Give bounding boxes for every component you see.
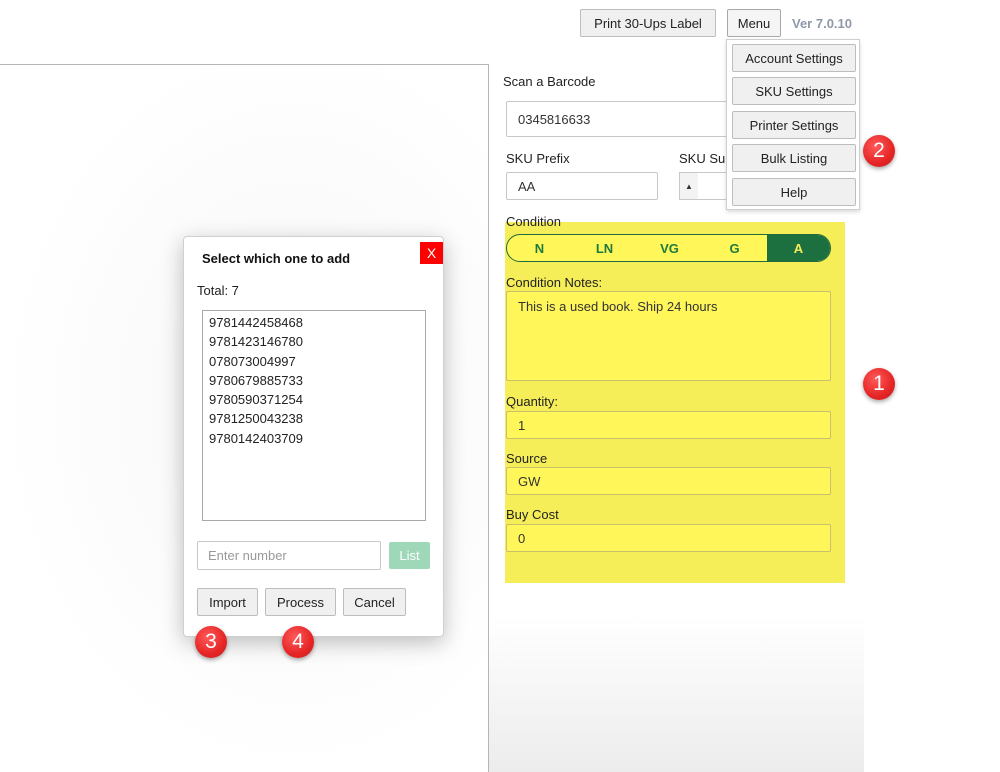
list-item[interactable]: 9780590371254 [209, 390, 425, 409]
print-30-ups-label-button[interactable]: Print 30-Ups Label [580, 9, 716, 37]
cancel-button[interactable]: Cancel [343, 588, 406, 616]
source-label: Source [506, 451, 548, 466]
list-item[interactable]: 078073004997 [209, 352, 425, 371]
condition-selector: N LN VG G A [506, 234, 831, 262]
buy-cost-input[interactable]: 0 [506, 524, 831, 552]
condition-option-ln[interactable]: LN [572, 235, 637, 261]
menu-button[interactable]: Menu [727, 9, 781, 37]
source-input[interactable]: GW [506, 467, 831, 495]
scan-barcode-label: Scan a Barcode [503, 74, 596, 89]
condition-option-n[interactable]: N [507, 235, 572, 261]
menu-dropdown: Account Settings SKU Settings Printer Se… [726, 39, 860, 210]
import-button[interactable]: Import [197, 588, 258, 616]
enter-number-input[interactable] [197, 541, 381, 570]
total-count: Total: 7 [197, 283, 239, 298]
buy-cost-label: Buy Cost [506, 507, 559, 522]
isbn-listbox[interactable]: 9781442458468 9781423146780 078073004997… [202, 310, 426, 521]
menu-item-account-settings[interactable]: Account Settings [732, 44, 856, 72]
condition-notes-label: Condition Notes: [506, 275, 603, 290]
condition-option-a[interactable]: A [767, 235, 830, 261]
list-item[interactable]: 9781250043238 [209, 409, 425, 428]
list-item[interactable]: 9781423146780 [209, 332, 425, 351]
list-item[interactable]: 9780142403709 [209, 429, 425, 448]
menu-item-bulk-listing[interactable]: Bulk Listing [732, 144, 856, 172]
quantity-label: Quantity: [506, 394, 559, 409]
step-badge-1: 1 [863, 368, 895, 400]
version-label: Ver 7.0.10 [792, 16, 852, 31]
sku-prefix-label: SKU Prefix [506, 151, 570, 166]
divider-vertical [488, 64, 489, 772]
sku-suffix-input[interactable] [698, 172, 728, 200]
close-icon[interactable]: X [420, 242, 443, 264]
list-button[interactable]: List [389, 542, 430, 569]
sku-suffix-label: SKU Su [679, 151, 726, 166]
list-item[interactable]: 9780679885733 [209, 371, 425, 390]
process-button[interactable]: Process [265, 588, 336, 616]
barcode-input[interactable]: 0345816633 [506, 101, 736, 137]
menu-item-sku-settings[interactable]: SKU Settings [732, 77, 856, 105]
sku-suffix-stepper-up-icon[interactable]: ▲ [679, 172, 699, 200]
list-item[interactable]: 9781442458468 [209, 313, 425, 332]
step-badge-3: 3 [195, 626, 227, 658]
condition-option-vg[interactable]: VG [637, 235, 702, 261]
step-badge-2: 2 [863, 135, 895, 167]
condition-option-g[interactable]: G [702, 235, 767, 261]
condition-notes-textarea[interactable]: This is a used book. Ship 24 hours [506, 291, 831, 381]
condition-label: Condition [506, 214, 561, 229]
divider-horizontal [0, 64, 489, 65]
quantity-input[interactable]: 1 [506, 411, 831, 439]
menu-item-printer-settings[interactable]: Printer Settings [732, 111, 856, 139]
step-badge-4: 4 [282, 626, 314, 658]
menu-item-help[interactable]: Help [732, 178, 856, 206]
sku-prefix-input[interactable]: AA [506, 172, 658, 200]
dialog-title: Select which one to add [202, 251, 351, 266]
